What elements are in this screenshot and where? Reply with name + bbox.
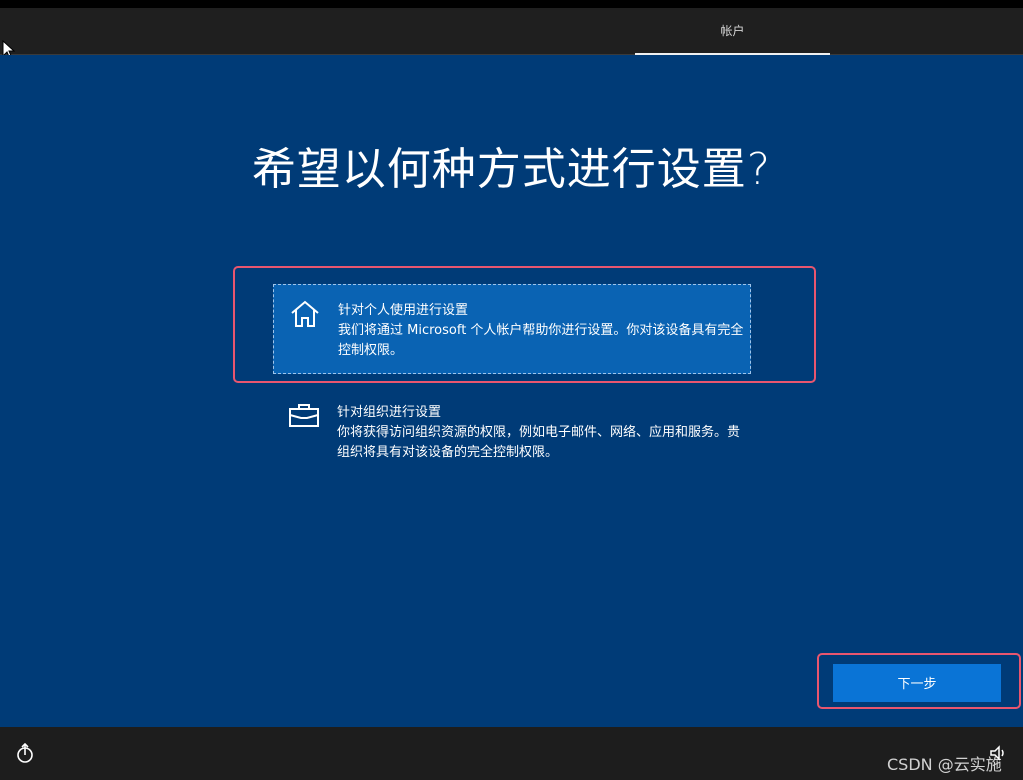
bottom-bar: CSDN @云实施	[0, 727, 1023, 780]
page-title: 希望以何种方式进行设置?	[251, 144, 772, 195]
next-button[interactable]: 下一步	[833, 664, 1001, 702]
option-personal-description: 我们将通过 Microsoft 个人帐户帮助你进行设置。你对该设备具有完全控制权…	[338, 323, 744, 358]
tab-account[interactable]: 帐户	[635, 8, 830, 54]
briefcase-icon	[289, 404, 319, 427]
watermark-text: CSDN @云实施	[887, 755, 1002, 774]
top-bar: 帐户	[0, 8, 1023, 55]
home-icon	[291, 300, 319, 327]
option-organization-description: 你将获得访问组织资源的权限，例如电子邮件、网络、应用和服务。贵组织将具有对该设备…	[337, 425, 741, 460]
main-panel: 希望以何种方式进行设置? 针对个人使用进行设置 我们将通过 Microsoft …	[0, 55, 1023, 727]
option-personal-use[interactable]: 针对个人使用进行设置 我们将通过 Microsoft 个人帐户帮助你进行设置。你…	[273, 284, 751, 374]
option-organization[interactable]: 针对组织进行设置 你将获得访问组织资源的权限，例如电子邮件、网络、应用和服务。贵…	[273, 387, 751, 477]
tab-account-label: 帐户	[720, 24, 745, 38]
option-organization-title: 针对组织进行设置	[337, 405, 442, 420]
option-personal-title: 针对个人使用进行设置	[338, 303, 469, 318]
ease-of-access-icon[interactable]	[14, 743, 36, 765]
